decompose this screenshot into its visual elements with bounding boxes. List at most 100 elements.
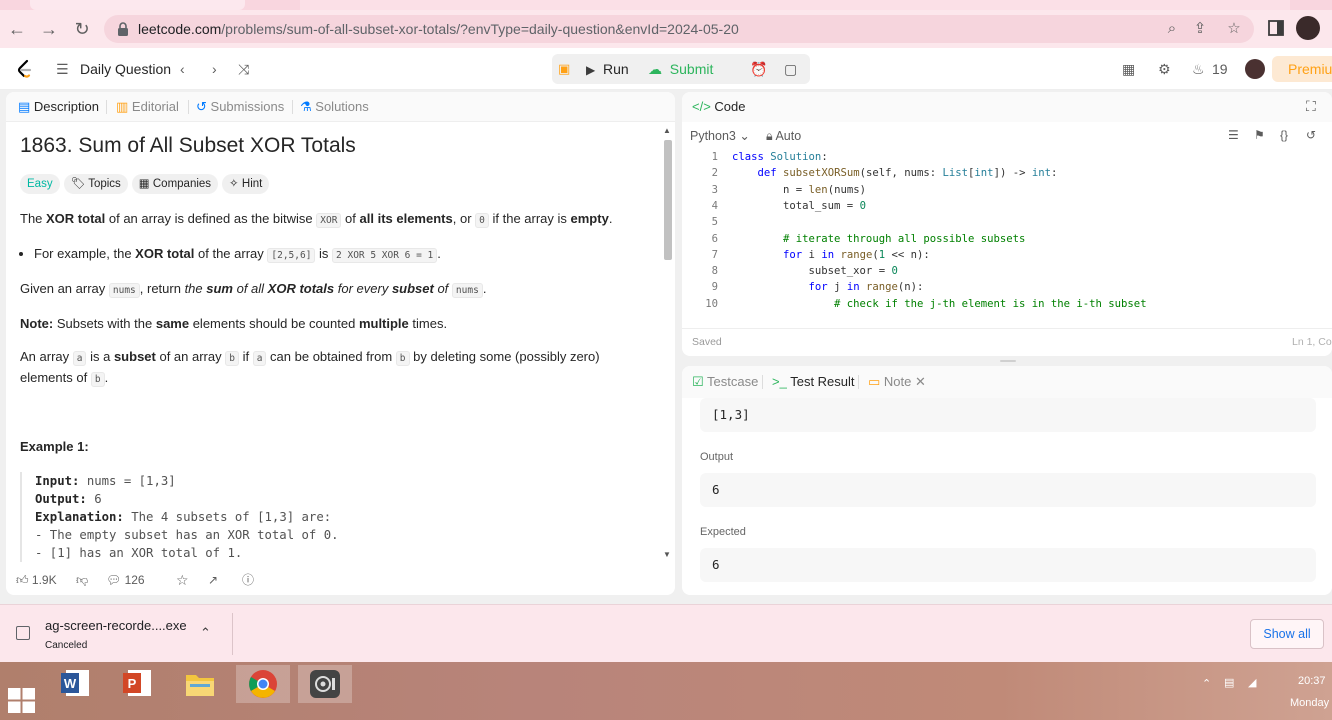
windows-start-icon[interactable] xyxy=(8,688,36,714)
like-button[interactable]: 👍︎ 1.9K xyxy=(16,565,57,595)
premium-button[interactable]: Premiu xyxy=(1272,56,1332,82)
problem-title[interactable]: 1863. Sum of All Subset XOR Totals xyxy=(20,134,652,158)
code-line: 8 subset_xor = 0 xyxy=(682,265,1332,281)
bookmark-icon[interactable]: ⚑ xyxy=(1254,128,1265,142)
network-icon[interactable]: ▤ xyxy=(1224,676,1234,689)
tab-testcase-label: Testcase xyxy=(707,374,759,389)
download-separator xyxy=(232,613,233,655)
chevron-down-icon: ⌄ xyxy=(739,129,750,143)
browser-tab[interactable] xyxy=(30,0,245,10)
shuffle-icon[interactable]: ⤨ xyxy=(238,48,249,90)
play-icon: ▶ xyxy=(586,63,596,77)
browser-tab-area xyxy=(300,0,1290,10)
leetcode-navbar: ☰ Daily Question ‹ › ⤨ ▣ ▶ Run ☁ Submit … xyxy=(0,48,1332,90)
address-bar[interactable]: leetcode.com/problems/sum-of-all-subset-… xyxy=(104,15,1254,43)
like-count: 1.9K xyxy=(31,573,57,587)
tab-test-result[interactable]: >_ Test Result xyxy=(772,366,855,398)
tab-editorial[interactable]: ▥ Editorial xyxy=(116,92,179,122)
comments-button[interactable]: 💬︎ 126 xyxy=(106,565,145,595)
download-filename[interactable]: ag-screen-recorde....exe xyxy=(45,618,187,633)
streak-count: 19 xyxy=(1212,61,1228,77)
hint-tag[interactable]: ✧ Hint xyxy=(222,174,270,194)
reset-icon[interactable]: ↺ xyxy=(1306,128,1316,142)
code-tab[interactable]: </> Code xyxy=(692,92,746,122)
note-icon: ▭ xyxy=(868,374,881,389)
description-scrollbar[interactable]: ▲ ▼ xyxy=(661,126,673,561)
maximize-icon[interactable]: ⛶ xyxy=(1306,98,1316,115)
powerpoint-app[interactable]: P xyxy=(110,665,164,703)
language-select[interactable]: Python3 ⌄ xyxy=(690,122,750,150)
debug-icon[interactable]: ▣ xyxy=(558,61,574,77)
tab-solutions[interactable]: ⚗ Solutions xyxy=(300,92,369,122)
notes-icon[interactable]: ▢ xyxy=(784,59,804,79)
run-button[interactable]: ▶ Run xyxy=(586,54,646,84)
braces-icon[interactable]: {} xyxy=(1280,128,1288,142)
bold-text: same xyxy=(155,316,190,331)
gear-icon[interactable]: ⚙ xyxy=(1158,48,1171,90)
screen-recorder-app[interactable] xyxy=(298,665,352,703)
help-icon[interactable]: ⓘ xyxy=(242,565,254,595)
code-text: subset_xor = 0 xyxy=(732,265,898,278)
reload-icon[interactable]: ↻ xyxy=(71,18,93,40)
tab-description[interactable]: ▤ Description xyxy=(18,92,99,122)
close-icon[interactable]: ✕ xyxy=(915,374,926,389)
word-icon: W xyxy=(61,670,89,696)
share-icon[interactable]: ↗ xyxy=(208,565,218,595)
browser-tabstrip xyxy=(0,0,1332,10)
italic-text: of xyxy=(433,281,452,296)
auto-mode[interactable]: 🔒︎ Auto xyxy=(766,122,801,150)
inline-code: nums xyxy=(108,283,140,298)
streak-fire-icon[interactable]: ♨ xyxy=(1192,48,1205,90)
tab-submissions[interactable]: ↺ Submissions xyxy=(196,92,284,122)
drag-handle-icon xyxy=(1000,360,1016,362)
topics-tag[interactable]: 🏷︎ Topics xyxy=(63,174,128,194)
zoom-icon[interactable]: ⌕ xyxy=(1162,19,1182,39)
prev-problem-icon[interactable]: ‹ xyxy=(180,48,185,90)
show-all-button[interactable]: Show all xyxy=(1250,619,1324,649)
scroll-down-icon[interactable]: ▼ xyxy=(663,550,671,559)
code-line: 1 class Solution: xyxy=(682,151,1332,167)
clock-time[interactable]: 20:37 xyxy=(1298,675,1326,687)
thumbs-down-icon: 👎︎ xyxy=(76,573,89,587)
favorite-star-icon[interactable]: ☆ xyxy=(176,565,189,595)
tab-testcase[interactable]: ☑ Testcase xyxy=(692,366,758,398)
task-paragraph: Given an array nums, return the sum of a… xyxy=(20,279,652,300)
problem-list-icon[interactable]: ☰ xyxy=(56,48,69,90)
inline-code: nums xyxy=(451,283,483,298)
text: For example, the xyxy=(34,246,136,261)
alarm-clock-icon[interactable]: ⏰ xyxy=(750,59,770,79)
volume-icon[interactable]: ◢ xyxy=(1248,676,1256,689)
code-editor[interactable]: 1 class Solution: 2 def subsetXORSum(self… xyxy=(682,151,1332,319)
tab-test-result-label: Test Result xyxy=(790,374,855,389)
daily-question-link[interactable]: Daily Question xyxy=(80,48,171,90)
companies-tag[interactable]: ▦ Companies xyxy=(131,174,219,194)
forward-arrow-icon[interactable]: → xyxy=(38,18,60,40)
text: , return xyxy=(139,281,185,296)
submit-button[interactable]: ☁ Submit xyxy=(648,54,738,84)
word-app[interactable]: W xyxy=(48,665,102,703)
tab-note-label: Note xyxy=(883,374,912,389)
share-icon[interactable]: ⇪ xyxy=(1190,19,1210,39)
dislike-button[interactable]: 👎︎ xyxy=(76,565,88,595)
next-problem-icon[interactable]: › xyxy=(212,48,217,90)
chrome-app[interactable] xyxy=(236,665,290,703)
panel-resize-handle[interactable] xyxy=(682,357,1332,365)
scroll-up-icon[interactable]: ▲ xyxy=(663,126,671,135)
tab-note[interactable]: ▭ Note ✕ xyxy=(868,366,926,398)
profile-avatar[interactable] xyxy=(1296,16,1320,40)
chevron-up-icon[interactable]: ⌃ xyxy=(200,625,211,641)
download-bar: ag-screen-recorde....exe Canceled ⌃ Show… xyxy=(0,604,1332,662)
scrollbar-thumb[interactable] xyxy=(664,140,672,260)
bold-text: all its elements xyxy=(359,211,453,226)
user-avatar[interactable] xyxy=(1245,59,1265,79)
tray-chevron-icon[interactable]: ⌃ xyxy=(1202,677,1211,690)
browser-toolbar: ← → ↻ leetcode.com/problems/sum-of-all-s… xyxy=(0,10,1332,48)
back-arrow-icon[interactable]: ← xyxy=(6,18,28,40)
bookmark-star-icon[interactable]: ☆ xyxy=(1224,19,1244,39)
file-explorer-app[interactable] xyxy=(173,665,227,703)
leetcode-logo-icon[interactable] xyxy=(16,59,34,79)
sidepanel-icon[interactable] xyxy=(1268,20,1284,36)
code-line: 2 def subsetXORSum(self, nums: List[int]… xyxy=(682,167,1332,183)
layout-icon[interactable]: ▦ xyxy=(1122,48,1135,90)
format-icon[interactable]: ☰ xyxy=(1228,128,1239,142)
